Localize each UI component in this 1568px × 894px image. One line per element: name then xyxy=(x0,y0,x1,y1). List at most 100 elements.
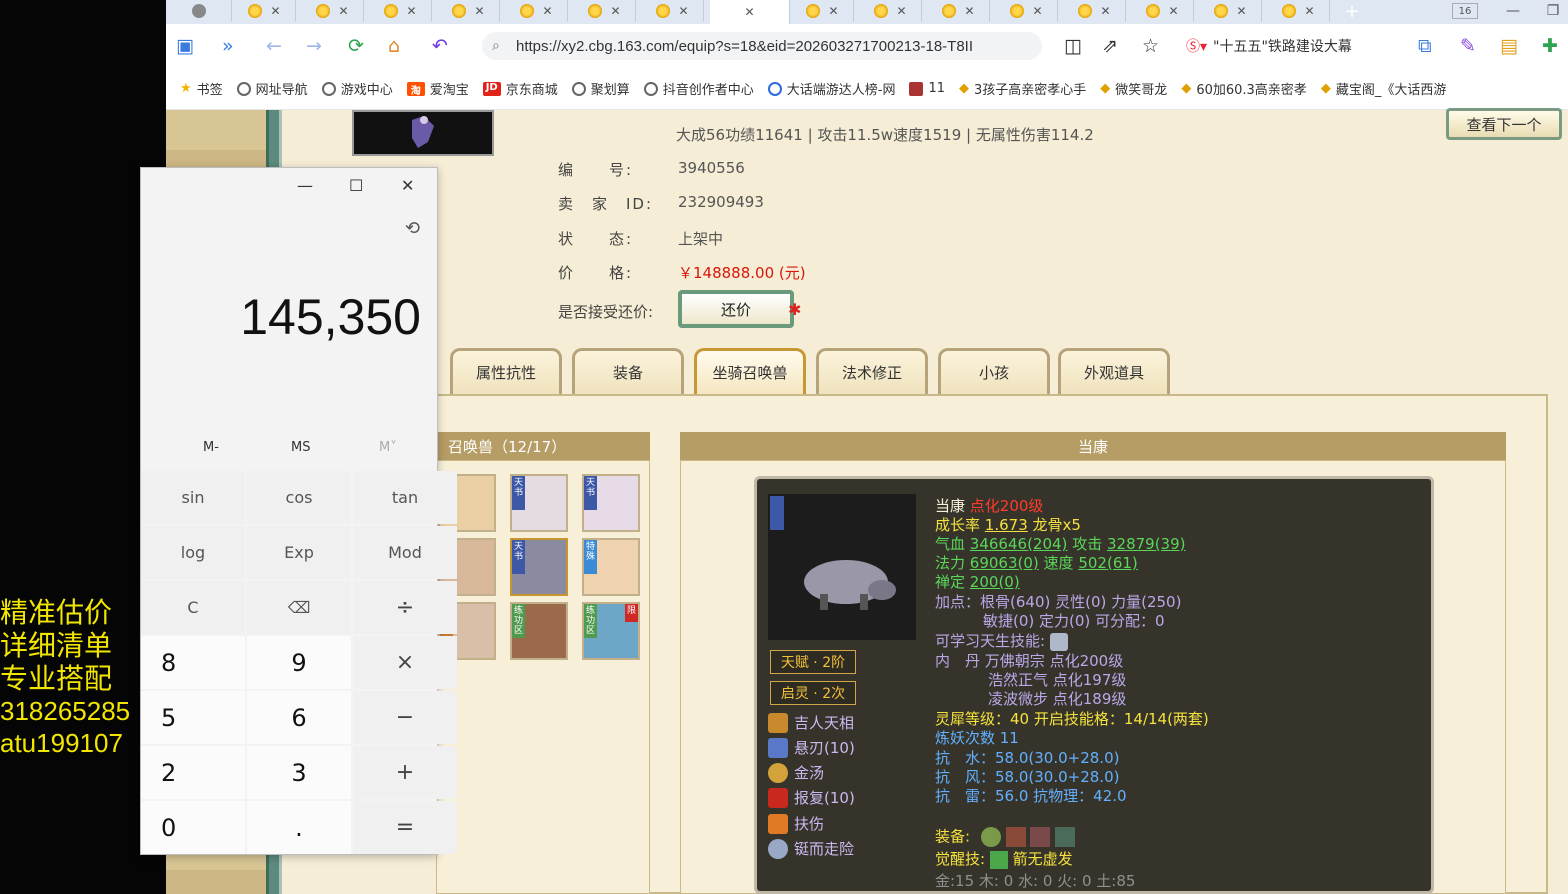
browser-tab[interactable]: ✕ xyxy=(1132,0,1194,22)
log-button[interactable]: log xyxy=(141,526,245,579)
close-icon[interactable]: ✕ xyxy=(474,4,484,18)
skill-icon[interactable] xyxy=(1049,632,1068,651)
close-icon[interactable]: ✕ xyxy=(338,4,348,18)
bookmark-item[interactable]: 淘爱淘宝 xyxy=(406,79,469,98)
pet-thumbnail-selected[interactable]: 天书 xyxy=(510,538,568,596)
browser-tab[interactable]: ✕ xyxy=(860,0,922,22)
digit-9-button[interactable]: 9 xyxy=(247,636,351,689)
browser-tab[interactable]: ✕ xyxy=(370,0,432,22)
close-icon[interactable]: ✕ xyxy=(896,4,906,18)
pet-equip-icon[interactable] xyxy=(1030,827,1051,847)
browser-tab[interactable]: ✕ xyxy=(792,0,854,22)
close-icon[interactable]: ✕ xyxy=(401,176,414,195)
bookmark-item[interactable]: 大话端游达人榜-网 xyxy=(767,79,895,98)
star-icon[interactable]: ☆ xyxy=(1142,34,1159,58)
close-icon[interactable]: ✕ xyxy=(1168,4,1178,18)
memory-list-button[interactable]: M˅ xyxy=(379,440,397,455)
restore-icon[interactable]: ❐ xyxy=(1540,0,1566,22)
awaken-skill-icon[interactable] xyxy=(989,850,1008,869)
next-item-button[interactable]: 查看下一个 xyxy=(1446,108,1562,140)
back-arrow-icon[interactable]: ← xyxy=(266,34,282,58)
search-box[interactable]: Ⓢ▾ "十五五"铁路建设大幕 xyxy=(1186,32,1396,60)
close-icon[interactable]: ✕ xyxy=(1100,4,1110,18)
edit-icon[interactable]: ✎ xyxy=(1460,34,1476,58)
tab-child[interactable]: 小孩 xyxy=(938,348,1050,394)
pet-thumbnail[interactable]: 特殊 xyxy=(582,538,640,596)
mod-button[interactable]: Mod xyxy=(353,526,457,579)
minimize-icon[interactable]: — xyxy=(1500,0,1526,22)
pet-skill[interactable]: 悬刃(10) xyxy=(768,737,855,758)
divide-button[interactable]: ÷ xyxy=(353,581,457,634)
digit-5-button[interactable]: 5 xyxy=(141,691,245,744)
tab-count-badge[interactable]: 16 xyxy=(1452,3,1478,19)
browser-tab[interactable]: ✕ xyxy=(996,0,1058,22)
undo-icon[interactable]: ↶ xyxy=(432,34,448,58)
pet-equip-icon[interactable] xyxy=(980,827,1001,847)
close-icon[interactable]: ✱ xyxy=(788,300,801,319)
new-tab-button[interactable]: + xyxy=(1338,0,1366,22)
tab-mounts-pets[interactable]: 坐骑召唤兽 xyxy=(694,348,806,394)
reader-mode-icon[interactable]: ◫ xyxy=(1064,34,1082,58)
maximize-icon[interactable]: ☐ xyxy=(349,176,363,195)
exp-button[interactable]: Exp xyxy=(247,526,351,579)
history-icon[interactable]: ⟲ xyxy=(405,218,420,239)
memory-store-button[interactable]: MS xyxy=(291,440,310,455)
bookmark-item[interactable]: ◆ 微笑哥龙 xyxy=(1100,79,1167,98)
pet-skill[interactable]: 吉人天相 xyxy=(768,712,854,733)
close-icon[interactable]: ✕ xyxy=(406,4,416,18)
close-icon[interactable]: ✕ xyxy=(678,4,688,18)
browser-tab[interactable]: ✕ xyxy=(1064,0,1126,22)
browser-tab[interactable]: ✕ xyxy=(574,0,636,22)
digit-3-button[interactable]: 3 xyxy=(247,746,351,799)
decimal-button[interactable]: . xyxy=(247,801,351,854)
close-icon[interactable]: ✕ xyxy=(1304,4,1314,18)
backspace-button[interactable]: ⌫ xyxy=(247,581,351,634)
extension-icon[interactable]: ✚ xyxy=(1542,34,1558,58)
pet-skill[interactable]: 扶伤 xyxy=(768,813,824,834)
close-icon[interactable]: ✕ xyxy=(270,4,280,18)
browser-tab[interactable]: ✕ xyxy=(438,0,500,22)
bookmark-item[interactable]: 游戏中心 xyxy=(321,79,393,98)
digit-0-button[interactable]: 0 xyxy=(141,801,245,854)
browser-tab[interactable]: ✕ xyxy=(302,0,364,22)
bookmark-item[interactable]: ◆ 藏宝阁_《大话西游 xyxy=(1321,79,1447,98)
close-icon[interactable]: ✕ xyxy=(1032,4,1042,18)
bookmark-item[interactable]: ◆ 60加60.3高亲密孝 xyxy=(1181,79,1307,98)
double-chevron-icon[interactable]: » xyxy=(222,34,234,58)
browser-tab[interactable]: ✕ xyxy=(506,0,568,22)
search-engine-icon[interactable]: Ⓢ▾ xyxy=(1186,36,1207,56)
close-icon[interactable]: ✕ xyxy=(542,4,552,18)
equals-button[interactable]: = xyxy=(353,801,457,854)
pet-equip-icon[interactable] xyxy=(1055,827,1076,847)
browser-tab[interactable]: ✕ xyxy=(1268,0,1330,22)
bookmark-item[interactable]: ★ 书签 xyxy=(180,79,223,98)
tab-spell-correction[interactable]: 法术修正 xyxy=(816,348,928,394)
pet-skill[interactable]: 铤而走险 xyxy=(768,838,854,859)
bookmark-item[interactable]: JD 京东商城 xyxy=(482,79,558,98)
digit-6-button[interactable]: 6 xyxy=(247,691,351,744)
multiply-button[interactable]: × xyxy=(353,636,457,689)
subtract-button[interactable]: − xyxy=(353,691,457,744)
minimize-icon[interactable]: — xyxy=(297,176,313,195)
refresh-icon[interactable]: ⟳ xyxy=(348,34,364,58)
bargain-button[interactable]: 还价 xyxy=(678,290,794,328)
close-icon[interactable]: ✕ xyxy=(964,4,974,18)
cos-button[interactable]: cos xyxy=(247,471,351,524)
close-icon[interactable]: ✕ xyxy=(828,4,838,18)
pet-thumbnail[interactable]: 天书 xyxy=(510,474,568,532)
pet-equip-icon[interactable] xyxy=(1005,827,1026,847)
sin-button[interactable]: sin xyxy=(141,471,245,524)
clear-button[interactable]: C xyxy=(141,581,245,634)
pet-thumbnail[interactable]: 练功区 xyxy=(510,602,568,660)
browser-tab[interactable]: ✕ xyxy=(1200,0,1262,22)
digit-2-button[interactable]: 2 xyxy=(141,746,245,799)
pet-skill[interactable]: 金汤 xyxy=(768,762,824,783)
bookmark-item[interactable]: 11 xyxy=(909,81,945,96)
url-bar[interactable]: ⌕ https://xy2.cbg.163.com/equip?s=18&eid=… xyxy=(482,32,1042,60)
pet-skill[interactable]: 报复(10) xyxy=(768,787,855,808)
translate-icon[interactable]: ⧉ xyxy=(1418,34,1432,58)
tab-attributes[interactable]: 属性抗性 xyxy=(450,348,562,394)
close-icon[interactable]: ✕ xyxy=(744,5,754,19)
browser-tab[interactable]: ✕ xyxy=(642,0,704,22)
close-icon[interactable]: ✕ xyxy=(610,4,620,18)
